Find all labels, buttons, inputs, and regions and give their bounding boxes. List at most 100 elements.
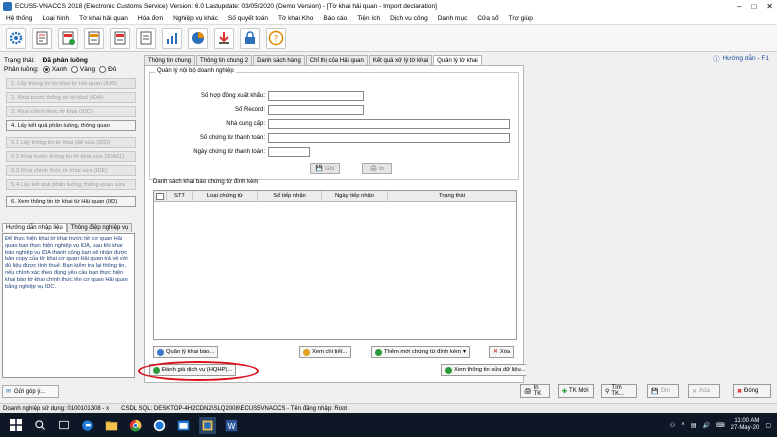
routing-yellow-radio[interactable]: Vàng — [70, 66, 95, 73]
col-stt[interactable]: STT — [167, 190, 193, 202]
maximize-icon[interactable]: □ — [751, 2, 756, 11]
tab-general-info[interactable]: Thông tin chung — [144, 55, 196, 65]
menu-tien-ich[interactable]: Tiện ích — [357, 15, 380, 22]
supplier-input[interactable] — [268, 119, 510, 129]
save-button[interactable]: 💾 Ghi — [310, 163, 340, 174]
menu-danh-muc[interactable]: Danh mục — [438, 15, 468, 22]
print-label: In — [379, 165, 385, 172]
step-5-2-button[interactable]: 5.2 Khai trước thông tin tờ khai sửa (ID… — [6, 151, 136, 162]
tab-content: Quản lý nội bộ doanh nghiệp Số hợp đồng … — [144, 65, 530, 383]
tab-input-guide[interactable]: Hướng dẫn nhập liệu — [2, 223, 67, 232]
declaration-list-button[interactable] — [32, 27, 52, 49]
view-edits-button[interactable]: Xem thông tin sửa dữ liệu... — [441, 364, 530, 376]
settings-button[interactable] — [6, 27, 26, 49]
step-2-button[interactable]: 2. Khai trước thông tin tờ khai (IDA) — [6, 92, 136, 103]
tab-processing-results[interactable]: Kết quả xử lý tờ khai — [368, 55, 433, 65]
taskbar-explorer[interactable] — [103, 417, 120, 434]
taskbar-chrome[interactable] — [127, 417, 144, 434]
menu-loai-hinh[interactable]: Loại hình — [42, 15, 69, 22]
clock[interactable]: 11:00 AM 27-May-20 — [731, 418, 760, 432]
save-tk-button[interactable]: 💾 Ghi — [647, 384, 679, 398]
col-doc-type[interactable]: Loại chứng từ — [193, 190, 258, 202]
delete-attachment-button[interactable]: ✕ Xóa — [489, 346, 515, 358]
close-form-label: Đóng — [744, 388, 759, 394]
taskbar-app-blue[interactable] — [175, 417, 192, 434]
select-all-checkbox-cell[interactable] — [154, 190, 167, 202]
step-5-1-button[interactable]: 5.1 Lấy thông tin tờ khai (để sửa (IDD) — [6, 137, 136, 148]
routing-red-label: Đỏ — [108, 66, 117, 73]
report-button[interactable] — [188, 27, 208, 49]
download-button[interactable] — [214, 27, 234, 49]
svg-text:?: ? — [274, 35, 279, 45]
supplier-row: Nhà cung cấp: — [152, 119, 510, 129]
close-form-button[interactable]: ✖ Đóng — [733, 384, 771, 398]
ida-button[interactable] — [84, 27, 104, 49]
menu-nghiep-vu-khac[interactable]: Nghiệp vụ khác — [173, 15, 218, 22]
record-number-input[interactable] — [268, 105, 364, 115]
find-tk-button[interactable]: ⚲ Tìm TK... — [601, 384, 637, 398]
document-button[interactable] — [136, 27, 156, 49]
step-4-button[interactable]: 4. Lấy kết quả phân luồng, thông quan — [6, 120, 136, 131]
taskbar-search-button[interactable] — [31, 417, 48, 434]
help-button[interactable]: ? — [266, 27, 286, 49]
eda-button[interactable] — [110, 27, 130, 49]
taskbar-edge[interactable] — [79, 417, 96, 434]
col-receipt-date[interactable]: Ngày tiếp nhận — [322, 190, 388, 202]
menu-to-khai-hai-quan[interactable]: Tờ khai hải quan — [79, 15, 128, 22]
print-button[interactable]: 🖨 In — [362, 163, 392, 174]
menu-dich-vu-cong[interactable]: Dịch vụ công — [390, 15, 428, 22]
col-receipt-number[interactable]: Số tiếp nhận — [258, 190, 322, 202]
menu-cua-so[interactable]: Cửa sổ — [477, 15, 498, 22]
people-icon[interactable]: ⚇ — [670, 422, 675, 429]
menu-tro-giup[interactable]: Trợ giúp — [509, 15, 533, 22]
payment-doc-date-input[interactable] — [268, 147, 310, 157]
close-icon[interactable]: ✕ — [766, 2, 773, 11]
keyboard-icon[interactable]: ⌨ — [716, 422, 725, 429]
tab-declaration-management[interactable]: Quản lý tờ khai — [433, 55, 482, 65]
help-link-label: Hướng dẫn - F1 — [722, 54, 769, 62]
zalo-icon — [153, 419, 166, 431]
payment-doc-number-input[interactable] — [268, 133, 510, 143]
tab-general-info-2[interactable]: Thông tin chung 2 — [196, 55, 253, 65]
new-declaration-button[interactable] — [58, 27, 78, 49]
manage-declarations-button[interactable]: Quản lý khai báo... — [153, 346, 219, 358]
volume-icon[interactable]: 🔊 — [702, 422, 709, 429]
feedback-button[interactable]: ✉ Gửi góp ý... — [2, 385, 59, 398]
col-status[interactable]: Trạng thái — [388, 191, 516, 202]
menu-bao-cao[interactable]: Báo cáo — [323, 15, 347, 22]
tab-business-message[interactable]: Thông điệp nghiệp vụ — [66, 223, 133, 232]
help-link[interactable]: ⓘ Hướng dẫn - F1 — [712, 53, 769, 64]
step-5-4-button[interactable]: 5.4 Lấy kết quả phân luồng, thông quan s… — [6, 179, 136, 190]
tab-goods-list[interactable]: Danh sách hàng — [253, 55, 305, 65]
print-tk-button[interactable]: 🖨 In TK — [520, 384, 550, 398]
step-6-button[interactable]: 6. Xem thông tin tờ khai từ Hải quan (II… — [6, 196, 136, 207]
taskbar-word[interactable]: W — [223, 417, 240, 434]
task-view-button[interactable] — [55, 417, 72, 434]
routing-red-radio[interactable]: Đỏ — [99, 66, 116, 73]
step-5-3-button[interactable]: 5.3 Khai chính thức tờ khai sửa (IDE) — [6, 165, 136, 176]
routing-green-radio[interactable]: Xanh — [42, 66, 67, 73]
add-attachment-button[interactable]: Thêm mới chứng từ đính kèm ▾ — [371, 346, 470, 358]
menu-so-quyet-toan[interactable]: Số quyết toán — [228, 15, 268, 22]
menu-hoa-don[interactable]: Hóa đơn — [138, 15, 163, 22]
bar-chart-icon — [167, 33, 177, 44]
minimize-icon[interactable]: – — [737, 2, 741, 11]
security-button[interactable] — [240, 27, 260, 49]
taskbar-zalo[interactable] — [151, 417, 168, 434]
menu-to-khai-kho[interactable]: Tờ khai Kho — [278, 15, 313, 22]
chart-button[interactable] — [162, 27, 182, 49]
step-1-button[interactable]: 1. Lấy thông tin tờ khai từ Hải quan (ID… — [6, 78, 136, 89]
view-detail-button[interactable]: Xem chi tiết... — [299, 346, 352, 358]
taskbar-ecus[interactable] — [199, 416, 216, 434]
menu-he-thong[interactable]: Hệ thống — [6, 15, 32, 22]
network-icon[interactable]: ▤ — [691, 422, 697, 429]
contract-number-input[interactable] — [268, 91, 364, 101]
step-3-button[interactable]: 3. Khai chính thức tờ khai (IDC) — [6, 106, 136, 117]
delete-tk-button[interactable]: ✕ Xóa — [688, 384, 720, 398]
start-button[interactable] — [7, 417, 24, 434]
chevron-up-icon[interactable]: ˄ — [681, 422, 685, 428]
tab-customs-instructions[interactable]: Chỉ thị của Hải quan — [305, 55, 368, 65]
notifications-icon[interactable]: ▢ — [765, 422, 771, 429]
new-tk-button[interactable]: ✚ TK Mới — [558, 384, 594, 398]
help-circle-icon: ⓘ — [712, 56, 720, 63]
